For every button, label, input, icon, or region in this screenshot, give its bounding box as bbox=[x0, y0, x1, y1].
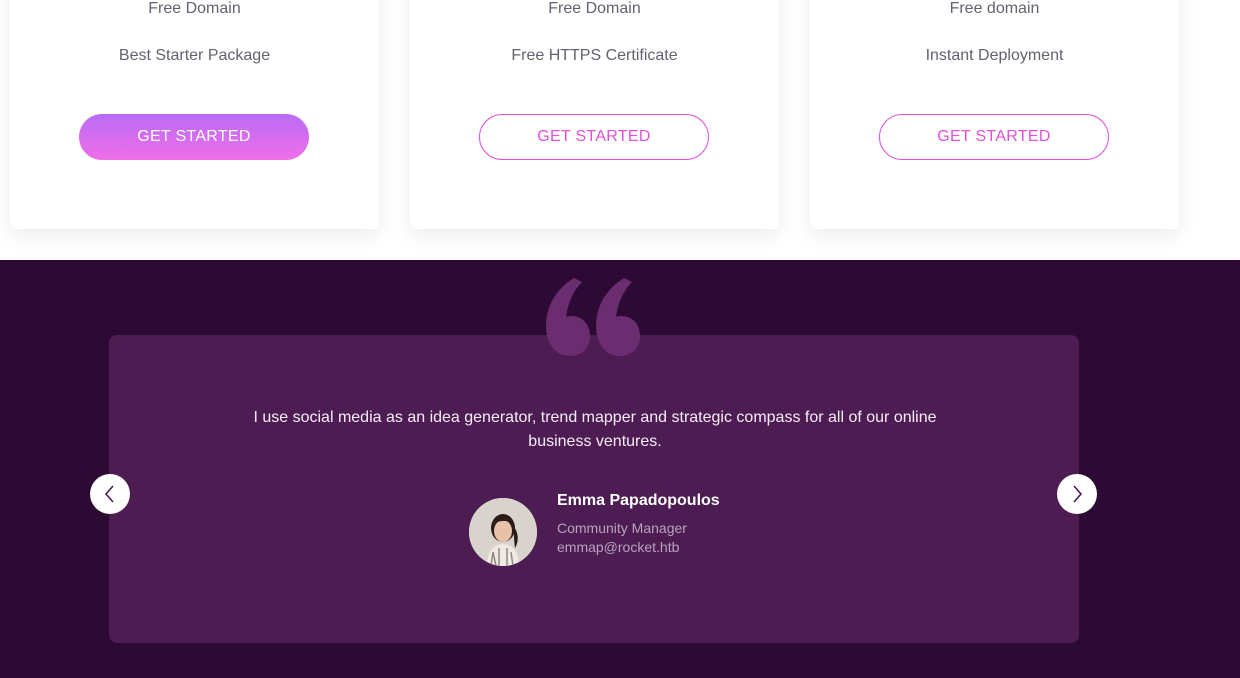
feature-item: Free Domain bbox=[548, 0, 641, 17]
quote-icon bbox=[546, 278, 640, 356]
pricing-card-standard: Free Domain Free HTTPS Certificate GET S… bbox=[410, 0, 779, 229]
feature-item: Free Domain bbox=[148, 0, 241, 17]
feature-item: Instant Deployment bbox=[925, 47, 1064, 64]
carousel-prev-button[interactable] bbox=[90, 474, 130, 514]
testimonial-name: Emma Papadopoulos bbox=[557, 492, 720, 509]
avatar bbox=[469, 498, 537, 566]
testimonials-section: I use social media as an idea generator,… bbox=[0, 260, 1240, 678]
chevron-left-icon bbox=[104, 485, 114, 503]
get-started-button[interactable]: GET STARTED bbox=[879, 114, 1109, 160]
chevron-right-icon bbox=[1073, 485, 1083, 503]
testimonial-card bbox=[109, 335, 1079, 643]
get-started-button[interactable]: GET STARTED bbox=[79, 114, 309, 160]
testimonial-role: Community Manager bbox=[557, 520, 687, 536]
pricing-section: Free Domain Best Starter Package GET STA… bbox=[0, 0, 1240, 260]
feature-item: Free HTTPS Certificate bbox=[511, 47, 678, 64]
feature-item: Best Starter Package bbox=[118, 47, 271, 64]
testimonial-quote: I use social media as an idea generator,… bbox=[253, 409, 937, 450]
get-started-button[interactable]: GET STARTED bbox=[479, 114, 709, 160]
carousel-next-button[interactable] bbox=[1057, 474, 1097, 514]
feature-item: Free domain bbox=[949, 0, 1040, 17]
testimonial-email: emmap@rocket.htb bbox=[557, 539, 680, 555]
pricing-card-starter: Free Domain Best Starter Package GET STA… bbox=[10, 0, 379, 229]
pricing-card-premium: Free domain Instant Deployment GET START… bbox=[810, 0, 1179, 229]
